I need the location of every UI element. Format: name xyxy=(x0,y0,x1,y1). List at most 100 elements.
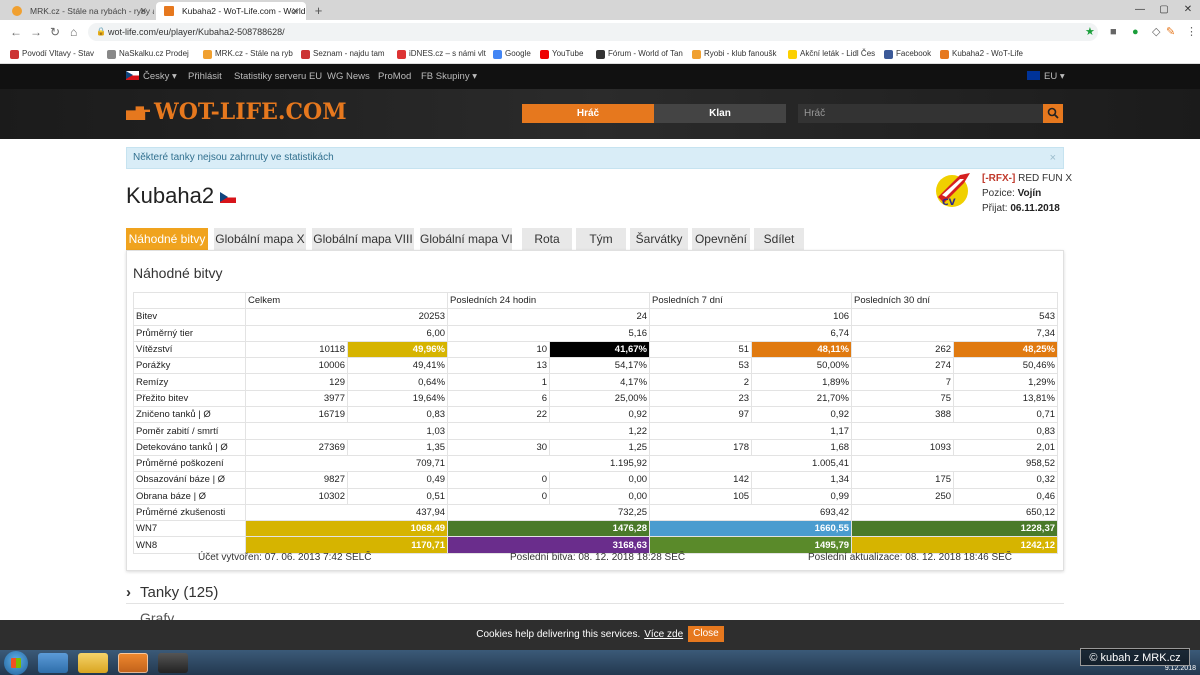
search-player-toggle[interactable]: Hráč xyxy=(522,104,654,123)
browser-tab-mrk[interactable]: MRK.cz - Stále na rybách - ryby a rybaře… xyxy=(4,2,154,20)
search-clan-toggle[interactable]: Klan xyxy=(654,104,786,123)
fb-groups-menu[interactable]: FB Skupiny ▾ xyxy=(421,64,477,89)
bookmark-item[interactable]: MRK.cz - Stále na ryb xyxy=(203,44,293,64)
count-cell: 0 xyxy=(447,471,551,489)
server-stats-link[interactable]: Statistiky serveru EU xyxy=(234,64,322,89)
clan-name[interactable]: RED FUN X xyxy=(1018,173,1072,184)
bookmark-item[interactable]: Facebook xyxy=(884,44,931,64)
bookmark-item[interactable]: Povodí Vltavy - Stav xyxy=(10,44,94,64)
count-cell: 250 xyxy=(851,487,955,505)
close-window-button[interactable]: ✕ xyxy=(1176,0,1200,20)
value-cell: 0,92 xyxy=(751,406,853,424)
clan-emblem-icon[interactable]: CV xyxy=(930,167,974,211)
media-player-icon[interactable] xyxy=(38,653,68,673)
tab-share[interactable]: Sdílet xyxy=(754,228,804,250)
extension2-icon[interactable]: ◇ xyxy=(1152,24,1160,40)
bookmark-icon xyxy=(107,50,116,59)
value-cell: 0,46 xyxy=(953,487,1059,505)
tab-global-map-x[interactable]: Globální mapa X xyxy=(214,228,306,250)
tab-global-map-vi[interactable]: Globální mapa VI xyxy=(420,228,513,250)
bookmark-star-icon[interactable]: ★ xyxy=(1085,24,1095,40)
row-label: Obsazování báze | Ø xyxy=(133,471,246,489)
value-cell: 25,00% xyxy=(549,389,651,408)
tab-skirmishes[interactable]: Šarvátky xyxy=(630,228,688,250)
table-row: Průměrný tier 6,00 5,16 6,74 7,34 xyxy=(133,324,1059,342)
tanks-section-title: Tanky (125) xyxy=(140,584,219,601)
video-icon[interactable]: ■ xyxy=(1110,24,1117,40)
bookmark-item[interactable]: Seznam - najdu tam xyxy=(301,44,385,64)
explorer-icon[interactable] xyxy=(78,653,108,673)
language-select[interactable]: Česky ▾ xyxy=(126,64,177,89)
wot-game-icon[interactable] xyxy=(158,653,188,673)
value-cell: 1660,55 xyxy=(649,520,853,538)
bookmark-item[interactable]: Akční leták - Lidl Čes xyxy=(788,44,875,64)
count-cell: 75 xyxy=(851,389,955,408)
home-icon[interactable]: ⌂ xyxy=(70,24,77,40)
close-tab-icon[interactable]: ✕ xyxy=(291,2,299,20)
tab-rota[interactable]: Rota xyxy=(522,228,572,250)
search-icon xyxy=(1047,107,1059,119)
cookie-more-link[interactable]: Více zde xyxy=(644,629,683,640)
header-cell: Celkem xyxy=(244,291,449,310)
search-button[interactable] xyxy=(1043,104,1063,123)
bookmark-item[interactable]: Google xyxy=(493,44,531,64)
svg-text:CV: CV xyxy=(942,198,956,208)
value-cell: 1170,71 xyxy=(244,536,449,554)
browser-tab-wotlife[interactable]: Kubaha2 - WoT-Life.com - World of Tanks … xyxy=(156,2,306,20)
bookmark-item[interactable]: NaSkalku.cz Prodej xyxy=(107,44,189,64)
tab-random-battles[interactable]: Náhodné bitvy xyxy=(126,228,208,250)
value-cell: 21,70% xyxy=(751,389,853,408)
start-button[interactable] xyxy=(4,651,28,675)
clan-tag[interactable]: [-RFX-] xyxy=(982,173,1015,184)
table-row: Obrana báze | Ø 10302 0,51 0 0,00 105 0,99 250 0… xyxy=(133,487,1059,505)
bookmark-item[interactable]: iDNES.cz – s námi vlt xyxy=(397,44,486,64)
extension-icon[interactable]: ● xyxy=(1132,24,1139,40)
promod-link[interactable]: ProMod xyxy=(378,64,411,89)
maximize-button[interactable]: ▢ xyxy=(1152,0,1176,20)
reload-icon[interactable]: ↻ xyxy=(50,24,60,40)
close-alert-icon[interactable]: × xyxy=(1050,148,1056,168)
back-icon[interactable]: ← xyxy=(10,24,22,40)
minimize-button[interactable]: — xyxy=(1128,0,1152,20)
region-select[interactable]: EU ▾ xyxy=(1027,64,1065,89)
value-cell: 0,83 xyxy=(346,406,449,424)
site-logo[interactable]: WOT-LIFE.COM xyxy=(126,99,347,125)
cookie-close-button[interactable]: Close xyxy=(688,626,724,642)
table-row: Průměrné poškození 709,71 1.195,92 1.005,41… xyxy=(133,454,1059,473)
bookmark-item[interactable]: Fórum - World of Tan xyxy=(596,44,683,64)
wg-news-link[interactable]: WG News xyxy=(327,64,370,89)
count-cell: 10 xyxy=(447,340,551,359)
bookmark-icon xyxy=(397,50,406,59)
forward-icon[interactable]: → xyxy=(30,24,42,40)
page-title: Kubaha2 xyxy=(126,183,240,209)
bookmark-item[interactable]: YouTube xyxy=(540,44,583,64)
value-cell: 0,00 xyxy=(549,487,651,505)
login-link[interactable]: Přihlásit xyxy=(188,64,222,89)
bookmark-item[interactable]: Ryobi - klub fanoušk xyxy=(692,44,776,64)
new-tab-button[interactable]: + xyxy=(311,3,326,18)
bookmark-item[interactable]: Kubaha2 - WoT-Life xyxy=(940,44,1023,64)
tab-fortification[interactable]: Opevnění xyxy=(692,228,750,250)
row-label: Remízy xyxy=(133,373,246,391)
value-cell: 13,81% xyxy=(953,389,1059,408)
extension3-icon[interactable]: ✎ xyxy=(1166,24,1175,40)
tanks-section-toggle[interactable]: › Tanky (125) xyxy=(126,582,1064,604)
chrome-icon[interactable] xyxy=(118,653,148,673)
search-input[interactable]: Hráč xyxy=(798,104,1043,123)
value-cell: 1495,79 xyxy=(649,536,853,554)
table-row: Porážky 10006 49,41% 13 54,17% 53 50,00% 274 50,… xyxy=(133,357,1059,375)
menu-icon[interactable]: ⋮ xyxy=(1186,24,1197,40)
table-row: Detekováno tanků | Ø 27369 1,35 30 1,25 178 1,… xyxy=(133,438,1059,456)
url-bar[interactable]: 🔒 wot-life.com/eu/player/Kubaha2-5087886… xyxy=(88,23,1098,41)
value-cell: 19,64% xyxy=(346,389,449,408)
value-cell: 1,29% xyxy=(953,373,1059,391)
tab-team[interactable]: Tým xyxy=(576,228,626,250)
close-tab-icon[interactable]: ✕ xyxy=(139,2,147,20)
table-row: Obsazování báze | Ø 9827 0,49 0 0,00 142 1,34 1… xyxy=(133,471,1059,489)
value-cell: 1.195,92 xyxy=(447,454,651,473)
row-label: Bitev xyxy=(133,308,246,326)
cookie-text: Cookies help delivering this services. xyxy=(476,629,641,640)
browser-tab-bar: MRK.cz - Stále na rybách - ryby a rybaře… xyxy=(0,0,1200,20)
tab-global-map-viii[interactable]: Globální mapa VIII xyxy=(312,228,414,250)
value-cell: 2,01 xyxy=(953,438,1059,456)
